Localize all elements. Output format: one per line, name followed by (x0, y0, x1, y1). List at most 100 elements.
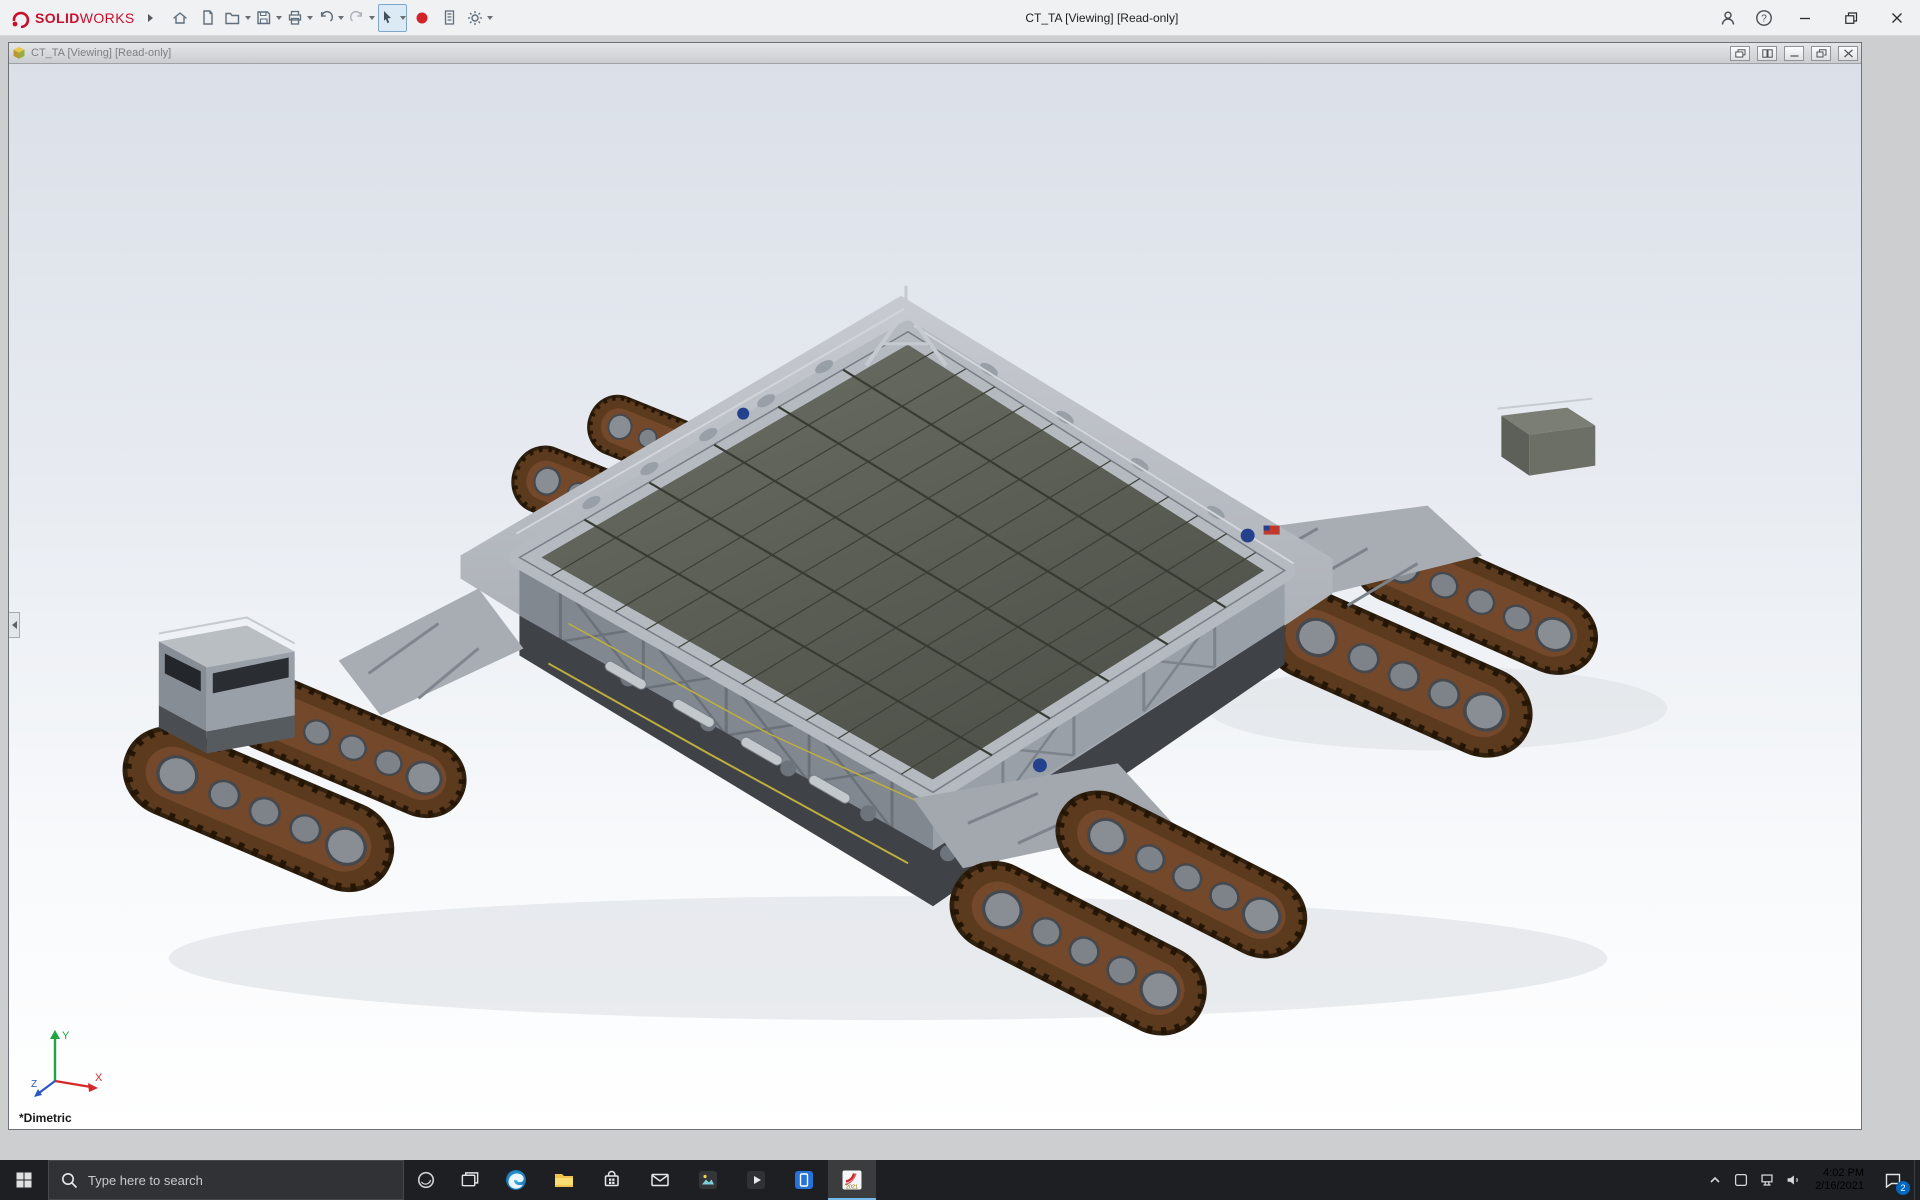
your-phone-button[interactable] (780, 1160, 828, 1200)
new-document-button[interactable] (195, 4, 221, 32)
user-account-button[interactable] (1710, 0, 1746, 36)
volume-button[interactable] (1780, 1160, 1806, 1200)
store-bag-icon (600, 1168, 624, 1192)
edge-browser-button[interactable] (492, 1160, 540, 1200)
task-view-button[interactable] (448, 1160, 492, 1200)
document-titlebar[interactable]: CT_TA [Viewing] [Read-only] (9, 43, 1861, 64)
system-tray: 4:02 PM 2/16/2021 2 (1702, 1160, 1920, 1200)
track-pair-front-left (109, 589, 524, 907)
close-icon (1843, 49, 1854, 58)
viewport-3d[interactable]: Y X Z *Dimetric (9, 64, 1861, 1129)
microsoft-store-button[interactable] (588, 1160, 636, 1200)
home-button[interactable] (167, 4, 193, 32)
chevron-left-icon (12, 621, 17, 629)
brand-works: WORKS (80, 10, 135, 26)
photos-button[interactable] (684, 1160, 732, 1200)
movies-play-icon (744, 1168, 768, 1192)
network-button[interactable] (1754, 1160, 1780, 1200)
triad-z-label: Z (31, 1079, 37, 1090)
dropdown-arrow-icon (487, 16, 493, 20)
redo-button[interactable] (347, 4, 376, 32)
printer-icon (286, 9, 304, 27)
doc-close-button[interactable] (1838, 46, 1858, 61)
dropdown-arrow-icon (338, 16, 344, 20)
cortana-icon (416, 1170, 436, 1190)
options-button[interactable] (465, 4, 494, 32)
toolbar-expand-button[interactable] (137, 4, 163, 32)
red-status-button[interactable] (409, 4, 435, 32)
dropdown-arrow-icon (307, 16, 313, 20)
hidden-icons-button[interactable] (1702, 1160, 1728, 1200)
notification-badge: 2 (1896, 1181, 1910, 1195)
file-properties-button[interactable] (437, 4, 463, 32)
crawler-transporter-model[interactable] (9, 64, 1861, 1129)
save-icon (255, 9, 273, 27)
close-button[interactable] (1874, 0, 1920, 36)
volume-icon (1784, 1171, 1802, 1189)
dassault-3ds-icon (10, 8, 30, 28)
svg-text:2021: 2021 (846, 1185, 858, 1191)
tray-app-button[interactable] (1728, 1160, 1754, 1200)
solidworks-logo: SOLIDWORKS (10, 8, 135, 28)
titlebar-right-controls: ? (1710, 0, 1920, 36)
gear-icon (466, 9, 484, 27)
save-button[interactable] (254, 4, 283, 32)
task-view-icon (460, 1170, 480, 1190)
person-icon (1719, 9, 1737, 27)
photos-icon (696, 1168, 720, 1192)
open-button[interactable] (223, 4, 252, 32)
mail-button[interactable] (636, 1160, 684, 1200)
cascade-windows-button[interactable] (1730, 46, 1750, 61)
search-icon (61, 1172, 78, 1189)
tile-windows-button[interactable] (1757, 46, 1777, 61)
cortana-button[interactable] (404, 1160, 448, 1200)
red-dot-icon (413, 9, 431, 27)
mail-envelope-icon (648, 1168, 672, 1192)
view-orientation-label: *Dimetric (19, 1111, 72, 1125)
tile-windows-icon (1762, 49, 1773, 58)
file-explorer-button[interactable] (540, 1160, 588, 1200)
open-folder-icon (224, 9, 242, 27)
network-icon (1758, 1171, 1776, 1189)
restore-icon (1843, 10, 1859, 26)
solidworks-window: SOLIDWORKS (0, 0, 1920, 1200)
solidworks-taskbar-button[interactable]: 2021 (828, 1160, 876, 1200)
minimize-icon (1789, 49, 1800, 58)
redo-arrow-icon (348, 9, 366, 27)
dropdown-arrow-icon (245, 16, 251, 20)
restore-icon (1816, 49, 1827, 58)
movies-tv-button[interactable] (732, 1160, 780, 1200)
select-cursor-icon (379, 9, 397, 27)
triad-x-label: X (95, 1072, 103, 1084)
brand-solid: SOLID (35, 10, 80, 26)
select-tool-button[interactable] (378, 4, 407, 32)
app-titlebar[interactable]: SOLIDWORKS (0, 0, 1920, 36)
doc-restore-button[interactable] (1811, 46, 1831, 61)
windows-logo-icon (15, 1171, 33, 1189)
panel-splitter-handle[interactable] (9, 612, 20, 638)
undo-button[interactable] (316, 4, 345, 32)
windows-taskbar: Type here to search (0, 1160, 1920, 1200)
start-button[interactable] (0, 1160, 48, 1200)
chevron-up-icon (1707, 1172, 1723, 1188)
help-icon: ? (1755, 9, 1773, 27)
print-button[interactable] (285, 4, 314, 32)
taskbar-search[interactable]: Type here to search (48, 1160, 404, 1200)
taskbar-clock[interactable]: 4:02 PM 2/16/2021 (1806, 1160, 1872, 1200)
doc-minimize-button[interactable] (1784, 46, 1804, 61)
search-placeholder: Type here to search (88, 1173, 203, 1188)
document-title: CT_TA [Viewing] [Read-only] (31, 47, 171, 59)
help-button[interactable]: ? (1746, 0, 1782, 36)
close-icon (1889, 10, 1905, 26)
app-title: CT_TA [Viewing] [Read-only] (494, 11, 1710, 25)
action-center-button[interactable]: 2 (1872, 1160, 1914, 1200)
restore-button[interactable] (1828, 0, 1874, 36)
minimize-button[interactable] (1782, 0, 1828, 36)
edge-browser-icon (504, 1168, 528, 1192)
triad-y-label: Y (62, 1030, 70, 1042)
dropdown-arrow-icon (369, 16, 375, 20)
show-desktop-button[interactable] (1914, 1160, 1920, 1200)
undo-arrow-icon (317, 9, 335, 27)
file-explorer-folder-icon (552, 1168, 576, 1192)
app-workspace: CT_TA [Viewing] [Read-only] (0, 36, 1920, 1160)
